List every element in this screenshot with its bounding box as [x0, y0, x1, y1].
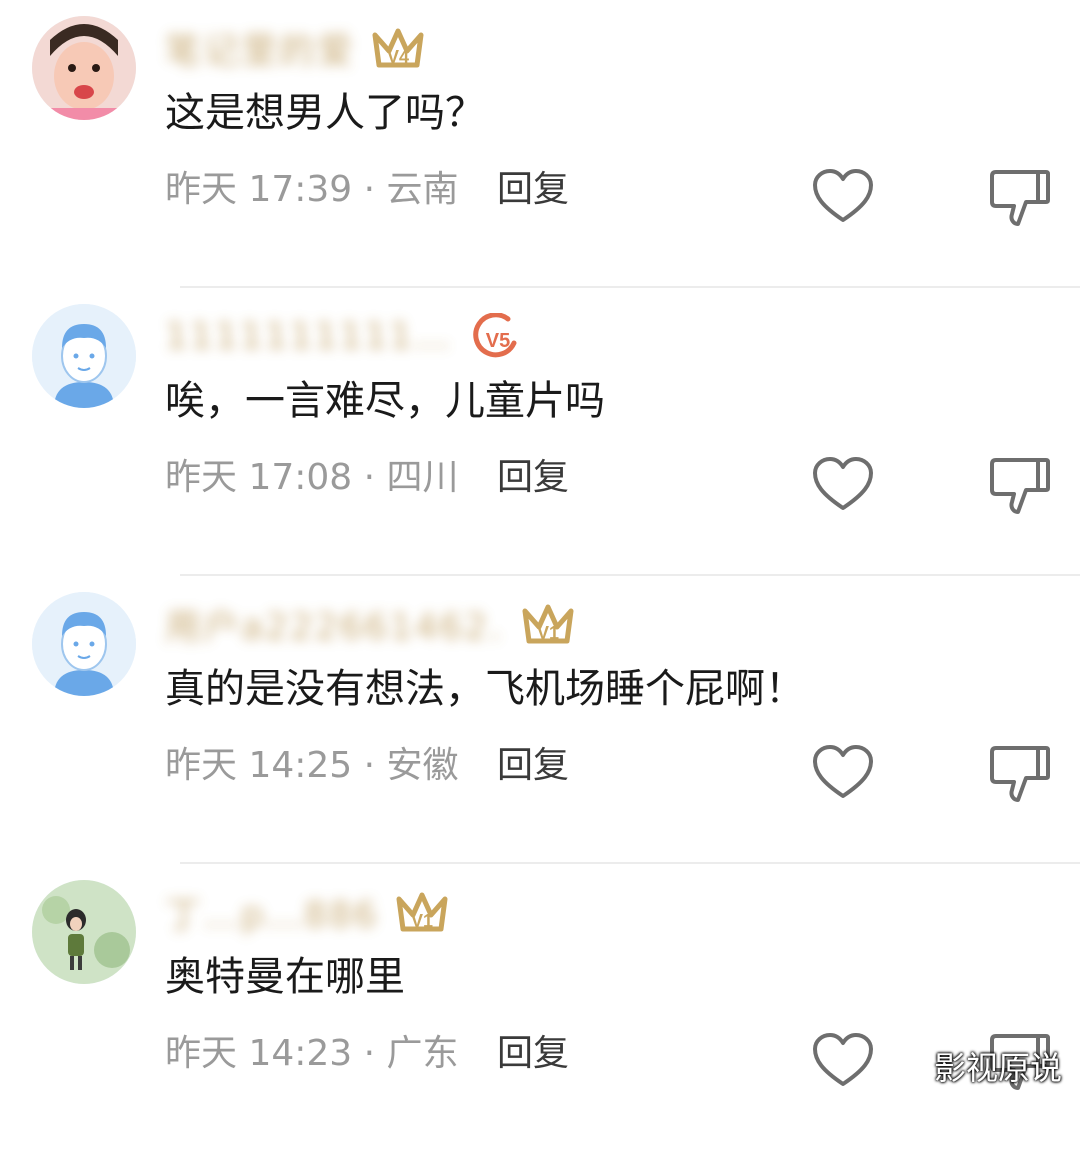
avatar[interactable]	[32, 16, 136, 120]
heart-icon[interactable]	[812, 456, 874, 512]
username[interactable]: 笔记里的爱	[165, 22, 355, 74]
comment-meta: 昨天 17:39 · 云南	[165, 169, 459, 210]
watermark: 影视原说	[933, 1049, 1062, 1087]
heart-icon[interactable]	[812, 1032, 874, 1088]
username[interactable]: 用户a222661462…	[165, 598, 505, 650]
comment-item: 1111111111… V5 唉，一言难尽，儿童片吗 昨天 17:08 · 四川…	[0, 288, 1080, 576]
reply-button[interactable]: 回复	[497, 736, 569, 788]
username[interactable]: 丁…p…886	[165, 886, 379, 938]
comment-text: 这是想男人了吗？	[165, 90, 485, 136]
avatar[interactable]	[32, 304, 136, 408]
vip-level-badge-icon: V1	[521, 601, 575, 647]
thumbs-down-icon[interactable]	[988, 168, 1052, 228]
vip-level-label: V4	[387, 47, 409, 67]
heart-icon[interactable]	[812, 168, 874, 224]
thumbs-down-icon[interactable]	[988, 744, 1052, 804]
reply-button[interactable]: 回复	[497, 1024, 569, 1076]
comment-text: 奥特曼在哪里	[165, 954, 405, 1000]
comment-item: 笔记里的爱 V4 这是想男人了吗？ 昨天 17:39 · 云南 回复	[0, 0, 1080, 288]
comment-meta: 昨天 17:08 · 四川	[165, 457, 459, 498]
vip-level-badge-icon: V4	[371, 25, 425, 71]
avatar[interactable]	[32, 880, 136, 984]
vip-level-badge-icon: V5	[468, 313, 522, 359]
thumbs-down-icon[interactable]	[988, 456, 1052, 516]
avatar[interactable]	[32, 592, 136, 696]
comment-item: 丁…p…886 V1 奥特曼在哪里 昨天 14:23 · 广东 回复	[0, 864, 1080, 1152]
comment-meta: 昨天 14:25 · 安徽	[165, 745, 459, 786]
comment-text: 真的是没有想法，飞机场睡个屁啊！	[165, 666, 805, 712]
username[interactable]: 1111111111…	[165, 316, 452, 357]
comment-meta: 昨天 14:23 · 广东	[165, 1033, 459, 1074]
vip-level-label: V5	[486, 330, 510, 352]
heart-icon[interactable]	[812, 744, 874, 800]
vip-level-label: V1	[411, 911, 433, 931]
reply-button[interactable]: 回复	[497, 448, 569, 500]
vip-level-label: V1	[537, 623, 559, 643]
comment-text: 唉，一言难尽，儿童片吗	[165, 378, 605, 424]
reply-button[interactable]: 回复	[497, 160, 569, 212]
vip-level-badge-icon: V1	[395, 889, 449, 935]
comment-item: 用户a222661462… V1 真的是没有想法，飞机场睡个屁啊！ 昨天 14:…	[0, 576, 1080, 864]
